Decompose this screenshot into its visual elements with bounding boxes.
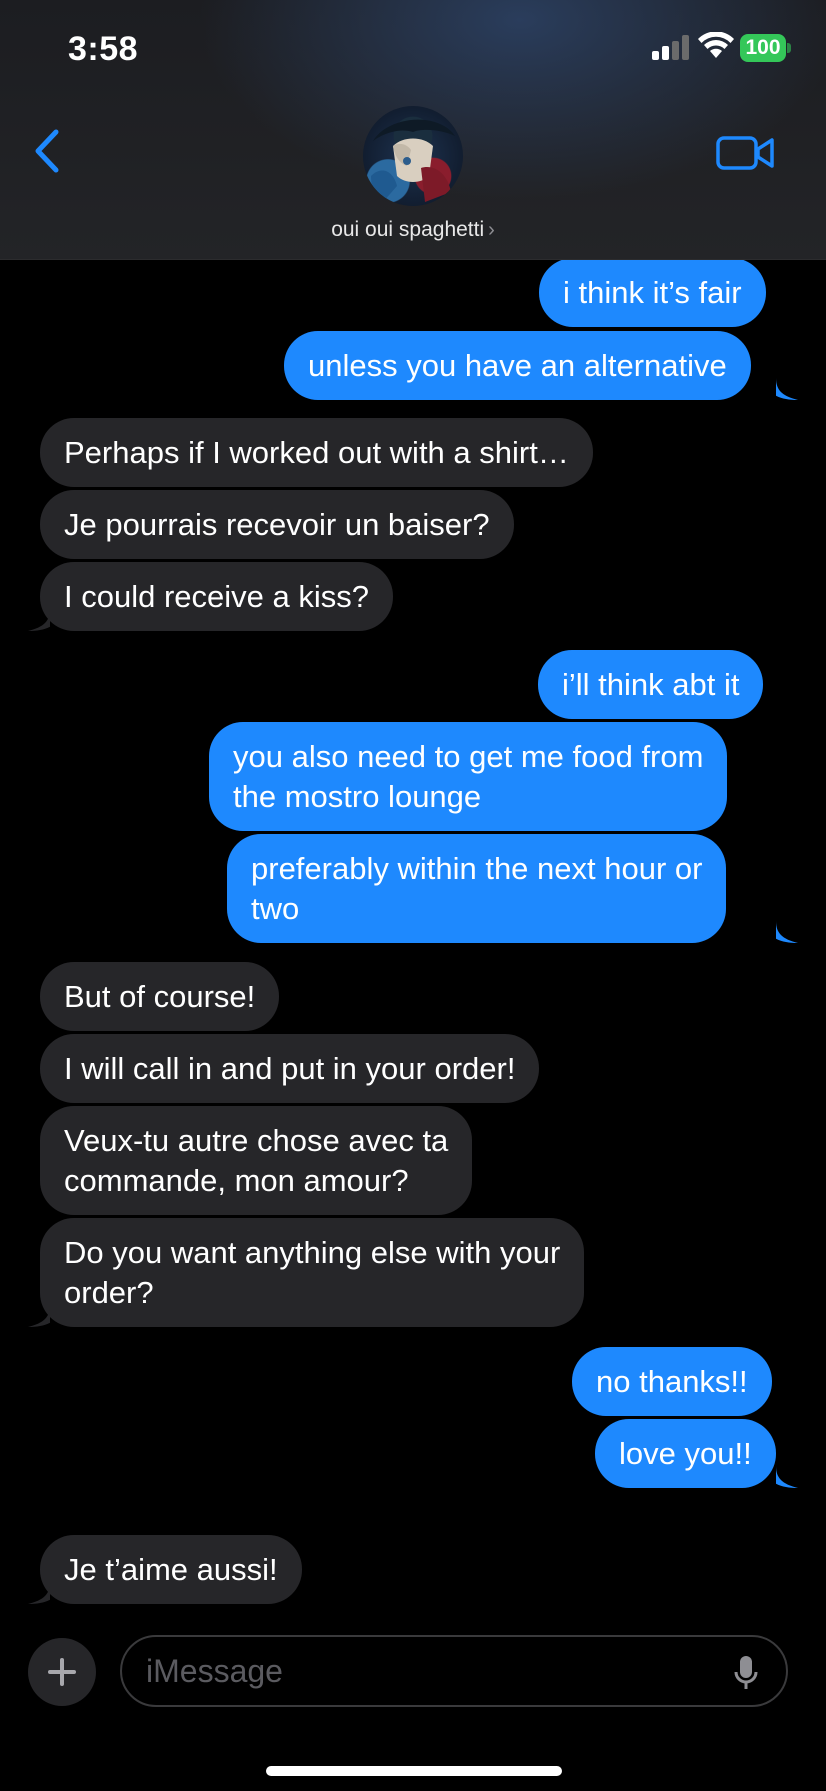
- message-input-container[interactable]: [120, 1635, 788, 1707]
- message-bubble-received[interactable]: Je t’aime aussi!: [40, 1535, 302, 1604]
- message-bubble-sent[interactable]: preferably within the next hour or two: [227, 834, 727, 943]
- microphone-icon[interactable]: [734, 1655, 758, 1691]
- battery-indicator: 100: [740, 34, 791, 62]
- signal-icon: [652, 34, 690, 60]
- bubble-tail: [776, 378, 798, 400]
- home-indicator[interactable]: [266, 1766, 562, 1776]
- message-bubble-received[interactable]: Je pourrais recevoir un baiser?: [40, 490, 514, 559]
- message-bubble-sent[interactable]: i think it’s fair: [539, 258, 766, 327]
- message-bubble-received[interactable]: I will call in and put in your order!: [40, 1034, 540, 1103]
- contact-chevron-icon: ›: [488, 219, 495, 241]
- message-input[interactable]: [146, 1649, 706, 1693]
- bubble-tail: [28, 609, 50, 631]
- message-bubble-sent[interactable]: love you!!: [595, 1419, 776, 1488]
- message-bubble-received[interactable]: Do you want anything else with your orde…: [40, 1218, 585, 1327]
- back-chevron-icon[interactable]: [30, 128, 64, 174]
- message-bubble-received[interactable]: Veux-tu autre chose avec ta commande, mo…: [40, 1106, 473, 1215]
- message-thread: i think it’s fair unless you have an alt…: [0, 0, 826, 1791]
- message-bubble-sent[interactable]: i’ll think abt it: [538, 650, 764, 719]
- video-camera-icon[interactable]: [716, 134, 774, 172]
- message-bubble-sent[interactable]: unless you have an alternative: [284, 331, 751, 400]
- bubble-tail: [28, 1305, 50, 1327]
- status-time: 3:58: [68, 30, 139, 68]
- battery-level: 100: [740, 34, 786, 62]
- wifi-icon: [698, 32, 734, 58]
- avatar-artwork: [371, 119, 455, 202]
- conversation-header: 3:58 100 oui oui spaghetti ›: [0, 0, 826, 260]
- battery-cap: [787, 43, 791, 53]
- message-bubble-received[interactable]: I could receive a kiss?: [40, 562, 393, 631]
- contact-name[interactable]: oui oui spaghetti ›: [0, 218, 826, 242]
- message-bubble-sent[interactable]: you also need to get me food from the mo…: [209, 722, 728, 831]
- message-bubble-received[interactable]: Perhaps if I worked out with a shirt…: [40, 418, 593, 487]
- plus-icon[interactable]: [28, 1638, 96, 1706]
- bubble-tail: [776, 921, 798, 943]
- contact-avatar[interactable]: [363, 106, 463, 206]
- message-bubble-received[interactable]: But of course!: [40, 962, 280, 1031]
- bubble-tail: [776, 1466, 798, 1488]
- message-bubble-sent[interactable]: no thanks!!: [572, 1347, 772, 1416]
- bubble-tail: [28, 1582, 50, 1604]
